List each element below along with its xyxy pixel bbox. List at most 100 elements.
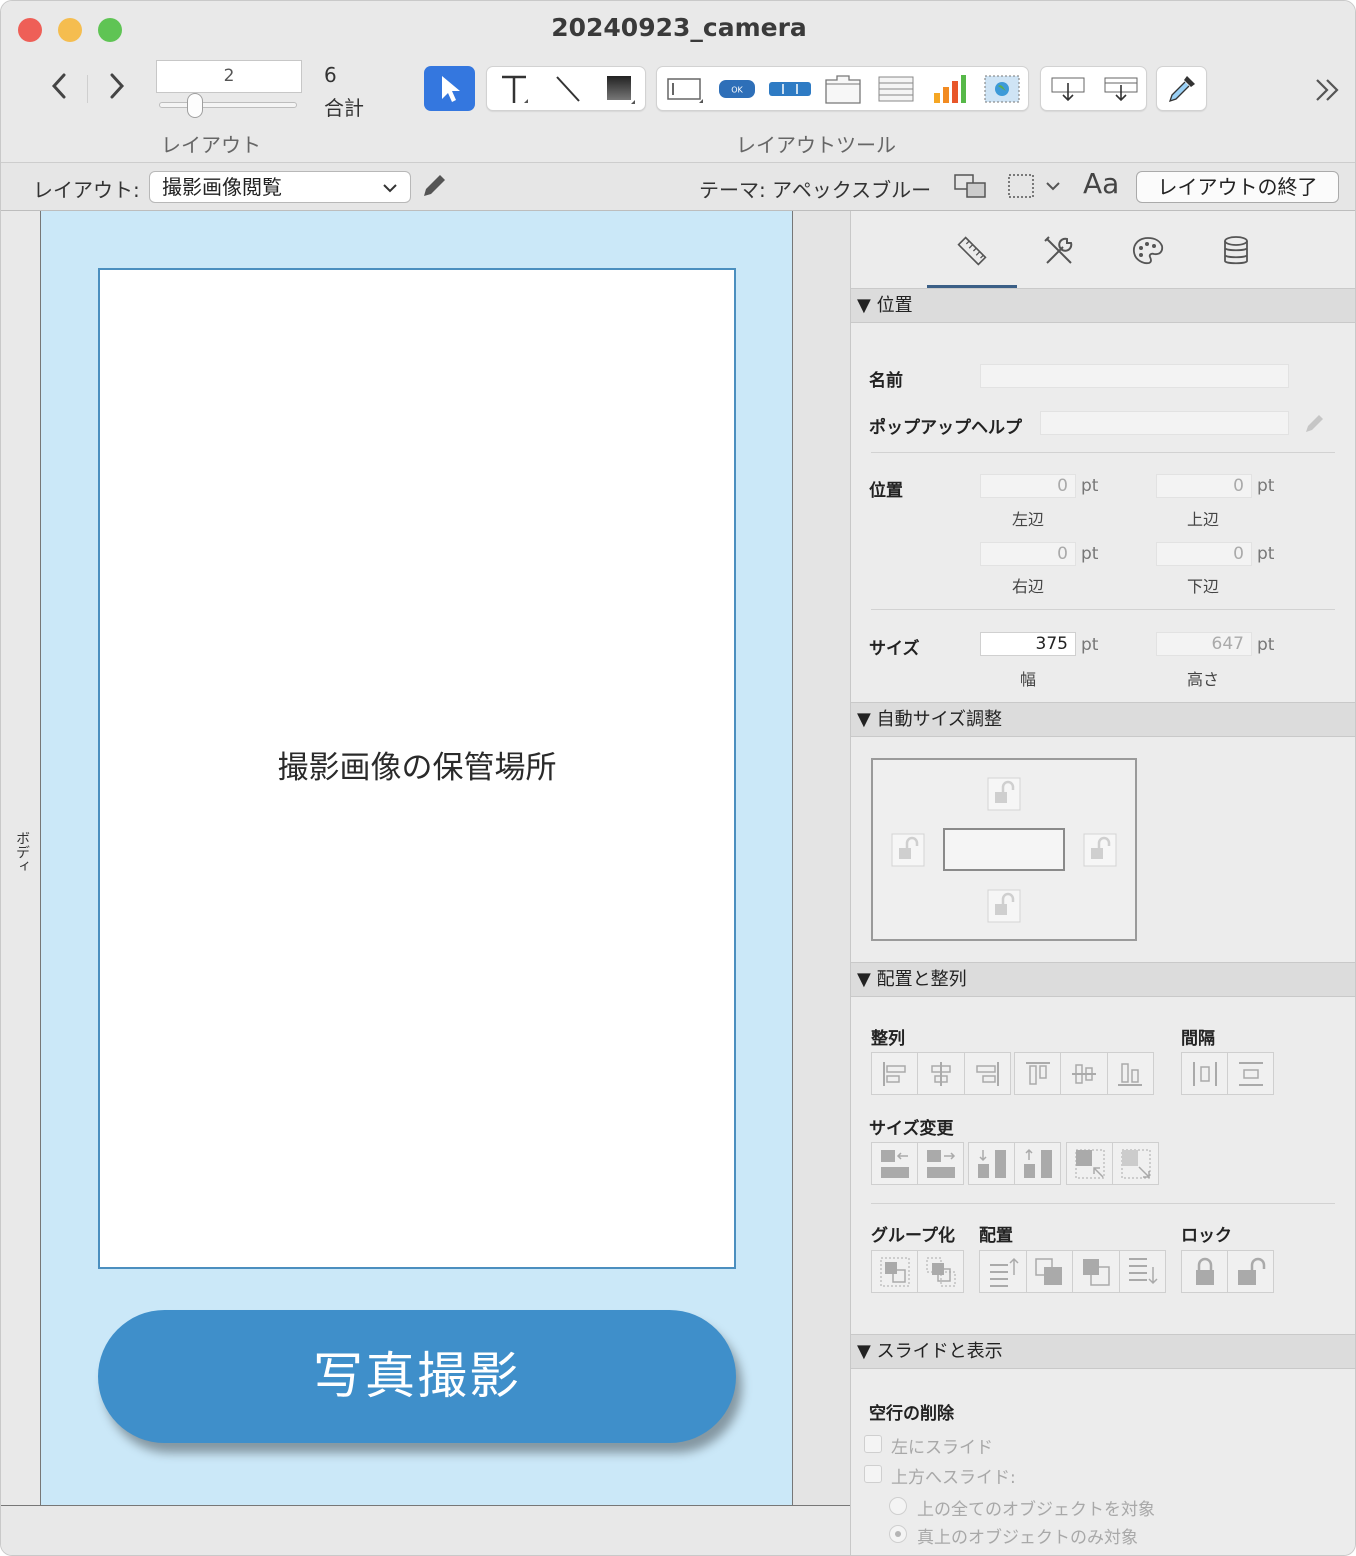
- send-to-back-button[interactable]: [1120, 1251, 1166, 1292]
- edit-layout-name-button[interactable]: [419, 171, 449, 205]
- bring-to-front-button[interactable]: [980, 1251, 1027, 1292]
- drawing-tools-group: [486, 66, 646, 111]
- layout-label: レイアウト:: [33, 178, 140, 202]
- height-field[interactable]: 647: [1156, 632, 1252, 656]
- distribute-vertical-button[interactable]: [1228, 1053, 1273, 1094]
- tab-data[interactable]: [1216, 231, 1256, 271]
- align-bottom-icon: [1118, 1062, 1143, 1086]
- unlock-button[interactable]: [1228, 1251, 1273, 1292]
- format-painter-button[interactable]: [1157, 67, 1206, 110]
- send-backward-button[interactable]: [1073, 1251, 1120, 1292]
- top-position-field[interactable]: 0: [1156, 474, 1252, 498]
- selection-tool-button[interactable]: [424, 66, 475, 111]
- width-field[interactable]: 375: [980, 632, 1076, 656]
- all-above-label: 上の全てのオブジェクトを対象: [917, 1500, 1155, 1520]
- left-position-field[interactable]: 0: [980, 474, 1076, 498]
- align-bottom-button[interactable]: [1108, 1053, 1153, 1094]
- button-tool-button[interactable]: OK: [710, 67, 763, 110]
- chart-tool-button[interactable]: [922, 67, 975, 110]
- toolbar-overflow-button[interactable]: [1313, 73, 1343, 111]
- image-container-field[interactable]: 撮影画像の保管場所: [98, 268, 736, 1269]
- button-bar-tool-button[interactable]: [763, 67, 816, 110]
- height-caption: 高さ: [1186, 670, 1219, 689]
- autosize-object-rect: [943, 828, 1065, 871]
- pencil-icon: [1306, 415, 1323, 432]
- bottom-position-field[interactable]: 0: [1156, 542, 1252, 566]
- top-anchor-lock-icon[interactable]: [987, 777, 1021, 811]
- group-button[interactable]: [872, 1251, 918, 1292]
- tab-styles[interactable]: [1039, 231, 1079, 271]
- take-photo-button[interactable]: 写真撮影: [98, 1310, 736, 1443]
- right-anchor-lock-icon[interactable]: [1083, 833, 1117, 867]
- align-middle-button[interactable]: [1061, 1053, 1108, 1094]
- tab-position[interactable]: [952, 231, 992, 271]
- slide-section-header[interactable]: ▼ スライドと表示: [851, 1334, 1355, 1369]
- edit-popup-help-button[interactable]: [1303, 411, 1327, 439]
- layout-bar: レイアウト: 撮影画像閲覧 テーマ: アペックスブルー Aa レイアウトの終了: [1, 163, 1355, 211]
- toolbar: 20240923_camera 2 6 合計 レイアウト OK レイアウトツール: [1, 1, 1355, 163]
- record-slider[interactable]: [159, 102, 297, 108]
- lock-button[interactable]: [1182, 1251, 1228, 1292]
- tab-control-tool-button[interactable]: [816, 67, 869, 110]
- object-name-field[interactable]: [980, 364, 1289, 388]
- lock-buttons: [1181, 1250, 1274, 1293]
- resize-to-smallest-height-button[interactable]: [969, 1143, 1015, 1184]
- object-grid-button[interactable]: [953, 171, 989, 207]
- send-to-back-icon: [1129, 1257, 1158, 1284]
- arrange-section-header[interactable]: ▼ 配置と整列: [851, 962, 1355, 997]
- all-above-radio[interactable]: [889, 1497, 907, 1515]
- tab-appearance[interactable]: [1128, 231, 1168, 271]
- ungroup-button[interactable]: [918, 1251, 963, 1292]
- exit-layout-button[interactable]: レイアウトの終了: [1136, 171, 1339, 203]
- back-button[interactable]: [44, 71, 74, 109]
- align-center-button[interactable]: [918, 1053, 965, 1094]
- remove-blank-label: 空行の削除: [869, 1404, 954, 1424]
- grow-height-icon: [1023, 1148, 1052, 1178]
- shape-tool-button[interactable]: [593, 67, 646, 110]
- slide-left-checkbox[interactable]: [864, 1435, 882, 1453]
- resize-to-smallest-button[interactable]: [1067, 1143, 1113, 1184]
- layout-select[interactable]: 撮影画像閲覧: [149, 171, 411, 203]
- divider: [871, 1203, 1335, 1204]
- align-center-icon: [931, 1061, 951, 1086]
- resize-to-largest-width-button[interactable]: [918, 1143, 963, 1184]
- insert-field-button[interactable]: [1041, 67, 1094, 110]
- chevron-right-icon: [110, 73, 125, 99]
- bottom-anchor-lock-icon[interactable]: [987, 889, 1021, 923]
- resize-label: サイズ変更: [869, 1119, 954, 1139]
- show-bounds-button[interactable]: [1005, 171, 1067, 207]
- line-tool-button[interactable]: [540, 67, 593, 110]
- field-tool-button[interactable]: [657, 67, 710, 110]
- width-unit: pt: [1081, 635, 1099, 655]
- autosize-section-header[interactable]: ▼ 自動サイズ調整: [851, 702, 1355, 737]
- resize-to-smallest-width-button[interactable]: [872, 1143, 918, 1184]
- left-caption: 左辺: [1011, 510, 1044, 529]
- portal-tool-button[interactable]: [869, 67, 922, 110]
- record-slider-knob[interactable]: [187, 93, 203, 118]
- web-viewer-tool-button[interactable]: [975, 67, 1028, 110]
- left-anchor-lock-icon[interactable]: [891, 833, 925, 867]
- popup-help-field[interactable]: [1040, 411, 1289, 435]
- position-section-header[interactable]: ▼ 位置: [851, 288, 1355, 323]
- record-number-field[interactable]: 2: [156, 60, 302, 93]
- ruler-icon: [957, 236, 987, 266]
- text-tool-button[interactable]: [487, 67, 540, 110]
- directly-above-radio[interactable]: [889, 1525, 907, 1543]
- resize-to-largest-height-button[interactable]: [1015, 1143, 1060, 1184]
- layout-body-area[interactable]: 撮影画像の保管場所 写真撮影: [41, 211, 793, 1505]
- bring-forward-button[interactable]: [1027, 1251, 1073, 1292]
- align-left-button[interactable]: [872, 1053, 919, 1094]
- align-top-icon: [1025, 1061, 1050, 1085]
- part-label-strip: ボディ: [1, 211, 41, 1505]
- align-top-button[interactable]: [1015, 1053, 1062, 1094]
- slide-up-checkbox[interactable]: [864, 1465, 882, 1483]
- layout-select-value: 撮影画像閲覧: [162, 175, 282, 199]
- body-part-label[interactable]: ボディ: [12, 831, 32, 873]
- font-icon[interactable]: Aa: [1083, 167, 1119, 200]
- align-right-button[interactable]: [965, 1053, 1010, 1094]
- insert-part-button[interactable]: [1094, 67, 1147, 110]
- resize-to-largest-button[interactable]: [1113, 1143, 1158, 1184]
- distribute-horizontal-button[interactable]: [1182, 1053, 1228, 1094]
- forward-button[interactable]: [102, 71, 132, 109]
- right-position-field[interactable]: 0: [980, 542, 1076, 566]
